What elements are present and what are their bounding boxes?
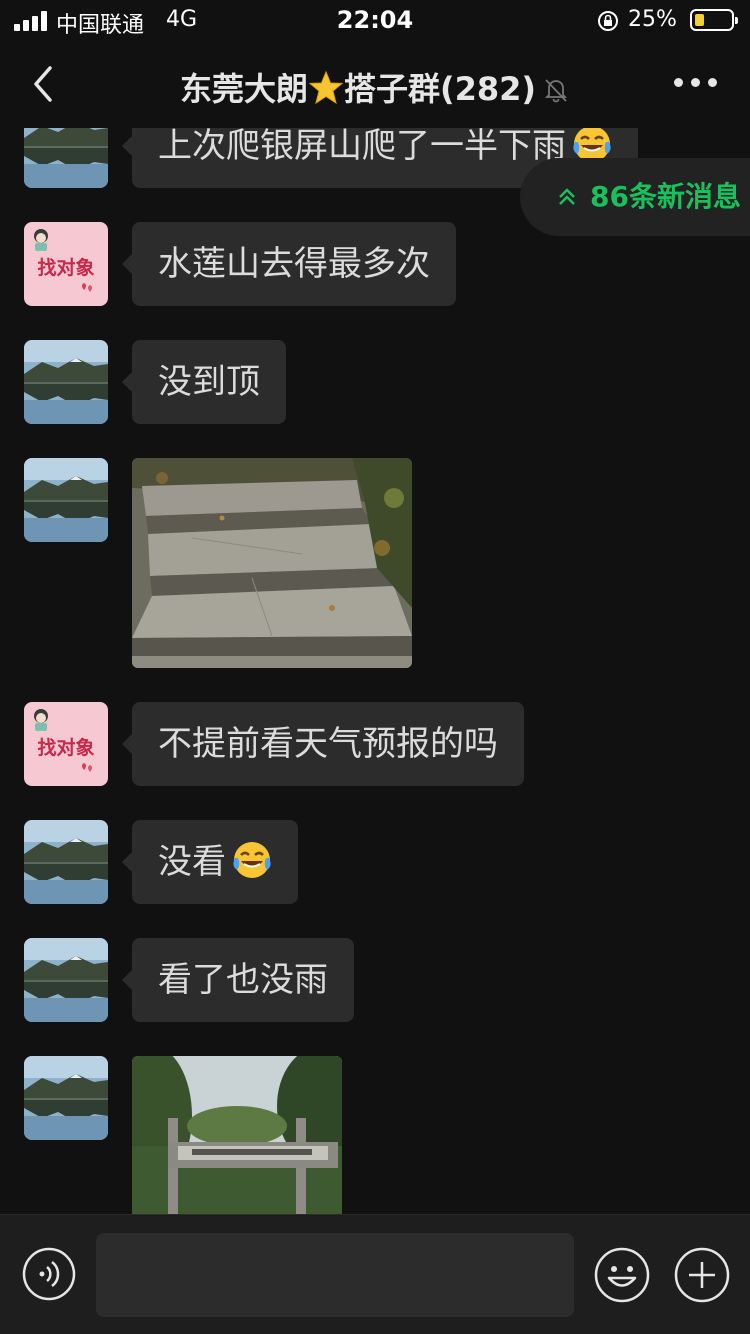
message-input[interactable] xyxy=(96,1233,574,1317)
message-text: 上次爬银屏山爬了一半下雨 xyxy=(158,128,566,166)
mute-bell-icon xyxy=(544,79,568,103)
message-text: 没到顶 xyxy=(158,362,260,402)
message-text: 没看 xyxy=(158,842,226,882)
lake-avatar[interactable] xyxy=(24,1056,108,1140)
message-text: 水莲山去得最多次 xyxy=(158,244,430,284)
voice-icon[interactable] xyxy=(22,1247,76,1301)
chat-title[interactable]: 东莞大朗 搭子群(282) xyxy=(0,64,750,110)
message-list[interactable]: 上次爬银屏山爬了一半下雨 找对象 水莲山去得最多次 没到顶 找对象 不提前看天气… xyxy=(0,128,750,1214)
new-messages-button[interactable]: 86条新消息 xyxy=(520,158,750,236)
battery-percent: 25% xyxy=(628,7,677,32)
lake-avatar[interactable] xyxy=(24,340,108,424)
laughing-crying-emoji xyxy=(232,840,272,880)
stone-steps-photo[interactable] xyxy=(132,458,412,668)
avatar-label: 找对象 xyxy=(37,736,94,759)
message-bubble[interactable]: 没看 xyxy=(122,820,298,904)
find-partner-avatar[interactable]: 找对象 xyxy=(24,702,108,786)
battery-icon xyxy=(690,9,738,31)
new-messages-label: 86条新消息 xyxy=(590,180,741,213)
lake-avatar[interactable] xyxy=(24,458,108,542)
rotation-lock-icon xyxy=(598,11,618,31)
message-bubble[interactable]: 没到顶 xyxy=(122,340,286,424)
emoji-icon[interactable] xyxy=(594,1247,650,1303)
chat-title-suffix: 搭子群(282) xyxy=(343,70,537,108)
avatar-label: 找对象 xyxy=(37,256,94,279)
battery-fill xyxy=(695,14,704,26)
plus-icon[interactable] xyxy=(674,1247,730,1303)
park-gate-photo[interactable] xyxy=(132,1056,342,1214)
more-icon[interactable] xyxy=(674,78,718,90)
message-bubble[interactable]: 水莲山去得最多次 xyxy=(122,222,456,306)
find-partner-avatar[interactable]: 找对象 xyxy=(24,222,108,306)
lake-avatar[interactable] xyxy=(24,128,108,188)
status-bar: 中国联通 4G 22:04 25% xyxy=(0,0,750,42)
message-text: 看了也没雨 xyxy=(158,960,328,1000)
message-text: 不提前看天气预报的吗 xyxy=(158,724,498,764)
nav-bar: 东莞大朗 搭子群(282) xyxy=(0,42,750,128)
message-bubble[interactable]: 不提前看天气预报的吗 xyxy=(122,702,524,786)
message-bubble[interactable]: 看了也没雨 xyxy=(122,938,354,1022)
double-chevron-up-icon xyxy=(559,188,575,205)
lake-avatar[interactable] xyxy=(24,820,108,904)
star-icon xyxy=(308,70,344,105)
input-bar xyxy=(0,1214,750,1334)
lake-avatar[interactable] xyxy=(24,938,108,1022)
chat-title-prefix: 东莞大朗 xyxy=(179,70,308,108)
chat-screen: 中国联通 4G 22:04 25% 东莞大朗 搭子群(282) 上次爬银屏山爬了… xyxy=(0,0,750,1334)
